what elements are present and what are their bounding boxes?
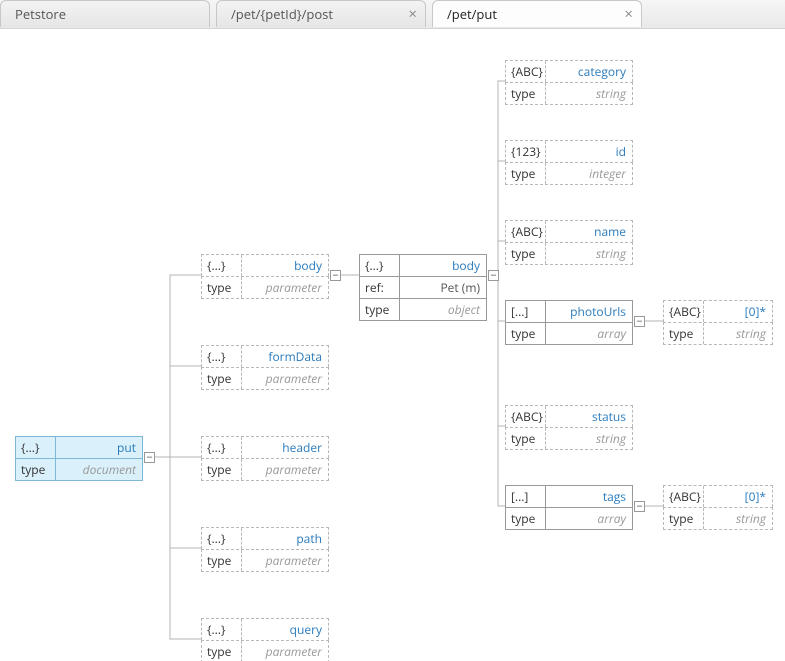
type-icon: {123} — [506, 141, 546, 162]
ref-label: ref: — [360, 277, 400, 298]
type-value: array — [546, 508, 632, 529]
node-title: name — [546, 221, 632, 242]
type-icon: {...} — [202, 346, 242, 367]
node-title: path — [242, 528, 328, 549]
node-title: id — [546, 141, 632, 162]
node-header[interactable]: {...}headertypeparameter — [201, 436, 329, 481]
type-label: type — [202, 641, 242, 661]
node-query[interactable]: {...}querytypeparameter — [201, 618, 329, 661]
tab-label: /pet/{petId}/post — [231, 5, 333, 23]
node-title: query — [242, 619, 328, 640]
node-title: status — [546, 406, 632, 427]
type-value: parameter — [242, 550, 328, 571]
type-value: parameter — [242, 368, 328, 389]
node-id[interactable]: {123}idtypeinteger — [505, 140, 633, 185]
collapse-toggle[interactable]: − — [634, 316, 645, 327]
type-icon: {ABC} — [506, 221, 546, 242]
tab-0[interactable]: Petstore — [0, 0, 210, 27]
node-status[interactable]: {ABC}statustypestring — [505, 405, 633, 450]
type-value: string — [704, 323, 772, 344]
type-label: type — [202, 459, 242, 480]
type-icon: {ABC} — [664, 486, 704, 507]
node-title: body — [242, 255, 328, 276]
node-title: [0]* — [704, 486, 772, 507]
collapse-toggle[interactable]: − — [330, 270, 341, 281]
node-root[interactable]: {...}puttypedocument — [15, 436, 143, 481]
type-label: type — [506, 83, 546, 104]
node-photo0[interactable]: {ABC}[0]*typestring — [663, 300, 773, 345]
type-icon: {...} — [360, 255, 400, 276]
ref-value: Pet (m) — [400, 277, 486, 298]
type-icon: {...} — [202, 255, 242, 276]
close-icon[interactable]: × — [624, 1, 633, 28]
node-photoUrls[interactable]: [...]photoUrlstypearray — [505, 300, 633, 345]
collapse-toggle[interactable]: − — [634, 501, 645, 512]
type-value: parameter — [242, 459, 328, 480]
tab-bar: Petstore/pet/{petId}/post × /pet/put × — [0, 0, 785, 29]
node-category[interactable]: {ABC}categorytypestring — [505, 60, 633, 105]
type-label: type — [16, 459, 56, 480]
node-title: tags — [546, 486, 632, 507]
tab-label: Petstore — [15, 5, 66, 23]
type-label: type — [664, 323, 704, 344]
node-tags0[interactable]: {ABC}[0]*typestring — [663, 485, 773, 530]
type-label: type — [202, 277, 242, 298]
type-icon: {...} — [16, 437, 56, 458]
type-value: string — [546, 83, 632, 104]
node-name[interactable]: {ABC}nametypestring — [505, 220, 633, 265]
type-value: integer — [546, 163, 632, 184]
tab-1[interactable]: /pet/{petId}/post × — [216, 0, 426, 27]
type-icon: {ABC} — [506, 61, 546, 82]
collapse-toggle[interactable]: − — [144, 452, 155, 463]
type-value: parameter — [242, 277, 328, 298]
node-body[interactable]: {...}bodytypeparameter — [201, 254, 329, 299]
type-icon: {ABC} — [506, 406, 546, 427]
type-icon: [...] — [506, 486, 546, 507]
type-icon: {...} — [202, 619, 242, 640]
node-title: body — [400, 255, 486, 276]
node-title: header — [242, 437, 328, 458]
close-icon[interactable]: × — [408, 1, 417, 28]
node-formData[interactable]: {...}formDatatypeparameter — [201, 345, 329, 390]
type-value: object — [400, 299, 486, 320]
connection-lines — [0, 29, 785, 661]
type-value: string — [546, 428, 632, 449]
type-value: string — [546, 243, 632, 264]
type-value: document — [56, 459, 142, 480]
type-icon: [...] — [506, 301, 546, 322]
node-bodyObj[interactable]: {...}bodyref:Pet (m)typeobject — [359, 254, 487, 321]
type-icon: {...} — [202, 528, 242, 549]
node-title: put — [56, 437, 142, 458]
node-title: formData — [242, 346, 328, 367]
type-value: array — [546, 323, 632, 344]
type-label: type — [202, 550, 242, 571]
tab-label: /pet/put — [447, 5, 497, 23]
node-title: category — [546, 61, 632, 82]
type-icon: {...} — [202, 437, 242, 458]
type-label: type — [506, 508, 546, 529]
type-value: parameter — [242, 641, 328, 661]
type-label: type — [506, 428, 546, 449]
type-icon: {ABC} — [664, 301, 704, 322]
tab-2[interactable]: /pet/put × — [432, 0, 642, 27]
type-label: type — [506, 323, 546, 344]
type-value: string — [704, 508, 772, 529]
type-label: type — [360, 299, 400, 320]
collapse-toggle[interactable]: − — [488, 270, 499, 281]
diagram-canvas: {...}puttypedocument{...}bodytypeparamet… — [0, 29, 785, 661]
type-label: type — [506, 243, 546, 264]
node-tags[interactable]: [...]tagstypearray — [505, 485, 633, 530]
type-label: type — [202, 368, 242, 389]
node-title: [0]* — [704, 301, 772, 322]
type-label: type — [506, 163, 546, 184]
node-title: photoUrls — [546, 301, 632, 322]
node-path[interactable]: {...}pathtypeparameter — [201, 527, 329, 572]
type-label: type — [664, 508, 704, 529]
